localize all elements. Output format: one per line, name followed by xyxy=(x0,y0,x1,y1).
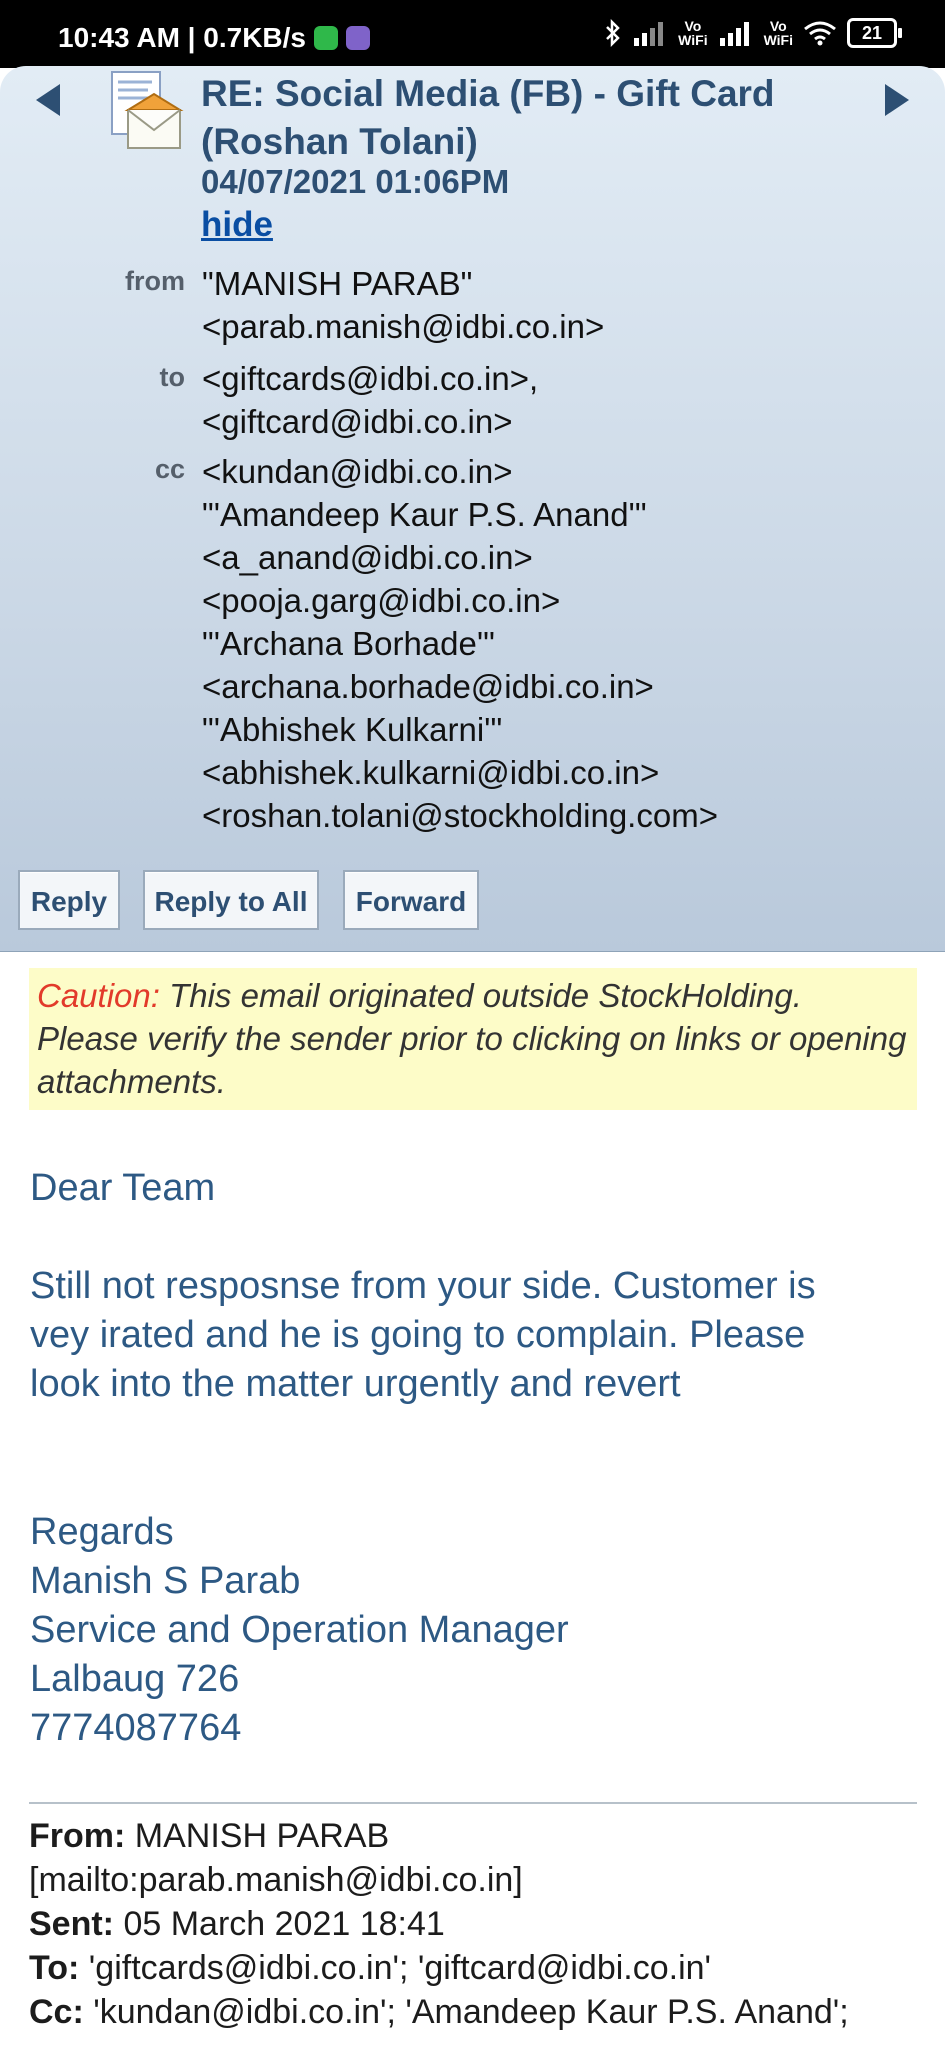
orig-cc-value: 'kundan@idbi.co.in'; 'Amandeep Kaur P.S.… xyxy=(83,1993,849,2031)
signature: Regards Manish S Parab Service and Opera… xyxy=(30,1508,569,1753)
cc-line: <pooja.garg@idbi.co.in> xyxy=(202,582,561,619)
to-line: <giftcards@idbi.co.in>, xyxy=(202,360,539,397)
cc-line: <kundan@idbi.co.in> xyxy=(202,453,513,490)
vowifi-label: Vo WiFi xyxy=(763,18,793,48)
caution-banner: Caution: This email originated outside S… xyxy=(29,968,917,1110)
greeting: Dear Team xyxy=(30,1167,216,1209)
cc-line: "'Abhishek Kulkarni'" xyxy=(202,711,503,748)
orig-sent-value: 05 March 2021 18:41 xyxy=(114,1905,445,1943)
orig-from-mailto[interactable]: [mailto:parab.manish@idbi.co.in] xyxy=(29,1858,849,1902)
cc-value: <kundan@idbi.co.in> "'Amandeep Kaur P.S.… xyxy=(202,450,718,837)
status-bar: 10:43 AM | 0.7KB/s Vo WiFi Vo WiFi 21 xyxy=(0,0,945,68)
envelope-icon xyxy=(111,71,184,149)
next-message-icon[interactable] xyxy=(885,84,909,116)
reply-all-button[interactable]: Reply to All xyxy=(143,870,319,930)
hide-details-link[interactable]: hide xyxy=(201,205,273,245)
signature-line: Regards xyxy=(30,1511,174,1553)
email-date: 04/07/2021 01:06PM xyxy=(201,163,510,200)
caution-text: This email originated outside StockHoldi… xyxy=(37,977,907,1100)
message-line: vey irated and he is going to complain. … xyxy=(30,1314,806,1356)
previous-message-icon[interactable] xyxy=(36,84,60,116)
signature-line: Lalbaug 726 xyxy=(30,1658,240,1700)
message-line: look into the matter urgently and revert xyxy=(30,1363,681,1405)
to-value: <giftcards@idbi.co.in>, <giftcard@idbi.c… xyxy=(202,357,538,443)
to-label: to xyxy=(159,362,185,392)
wifi-icon xyxy=(804,21,836,46)
from-line: "MANISH PARAB" xyxy=(202,265,473,302)
cc-line: <archana.borhade@idbi.co.in> xyxy=(202,668,654,705)
viber-icon xyxy=(346,26,371,50)
signal-icon xyxy=(634,22,664,46)
to-line: <giftcard@idbi.co.in> xyxy=(202,403,513,440)
email-header: RE: Social Media (FB) - Gift Card (Rosha… xyxy=(0,66,945,952)
cc-line: "'Amandeep Kaur P.S. Anand'" xyxy=(202,496,647,533)
reply-button[interactable]: Reply xyxy=(18,870,120,930)
orig-sent-label: Sent: xyxy=(29,1905,114,1943)
cc-label: cc xyxy=(154,454,185,484)
phone-number[interactable]: 7774087764 xyxy=(30,1704,569,1753)
caution-label: Caution: xyxy=(37,977,160,1014)
orig-cc-label: Cc: xyxy=(29,1993,84,2031)
message-paragraph: Still not resposnse from your side. Cust… xyxy=(30,1262,816,1409)
vowifi-label: Vo WiFi xyxy=(678,18,708,48)
orig-to-value: 'giftcards@idbi.co.in'; 'giftcard@idbi.c… xyxy=(79,1949,712,1987)
orig-to-label: To: xyxy=(29,1949,80,1987)
cc-line: <roshan.tolani@stockholding.com> xyxy=(202,797,718,834)
cc-line: <abhishek.kulkarni@idbi.co.in> xyxy=(202,754,660,791)
signature-line: Service and Operation Manager xyxy=(30,1609,569,1651)
cc-line: "'Archana Borhade'" xyxy=(202,625,495,662)
status-time-speed-group: 10:43 AM | 0.7KB/s xyxy=(58,22,371,54)
bluetooth-icon xyxy=(606,19,620,47)
from-label: from xyxy=(125,266,185,296)
cc-line: <a_anand@idbi.co.in> xyxy=(202,539,533,576)
whatsapp-business-icon xyxy=(314,26,339,50)
battery-icon: 21 xyxy=(847,18,902,48)
divider xyxy=(29,1802,917,1804)
original-message-header: From: MANISH PARAB [mailto:parab.manish@… xyxy=(29,1814,849,2034)
orig-from-label: From: xyxy=(29,1817,126,1855)
email-subject: RE: Social Media (FB) - Gift Card (Rosha… xyxy=(201,73,775,162)
status-icons: Vo WiFi Vo WiFi 21 xyxy=(604,18,902,48)
from-value: "MANISH PARAB" <parab.manish@idbi.co.in> xyxy=(202,262,604,348)
message-line: Still not resposnse from your side. Cust… xyxy=(30,1265,816,1307)
signature-line: Manish S Parab xyxy=(30,1560,301,1602)
orig-from-value: MANISH PARAB xyxy=(125,1817,390,1855)
signal-icon xyxy=(719,22,749,46)
forward-button[interactable]: Forward xyxy=(343,870,479,930)
status-time-speed: 10:43 AM | 0.7KB/s xyxy=(58,22,307,53)
from-line: <parab.manish@idbi.co.in> xyxy=(202,308,605,345)
